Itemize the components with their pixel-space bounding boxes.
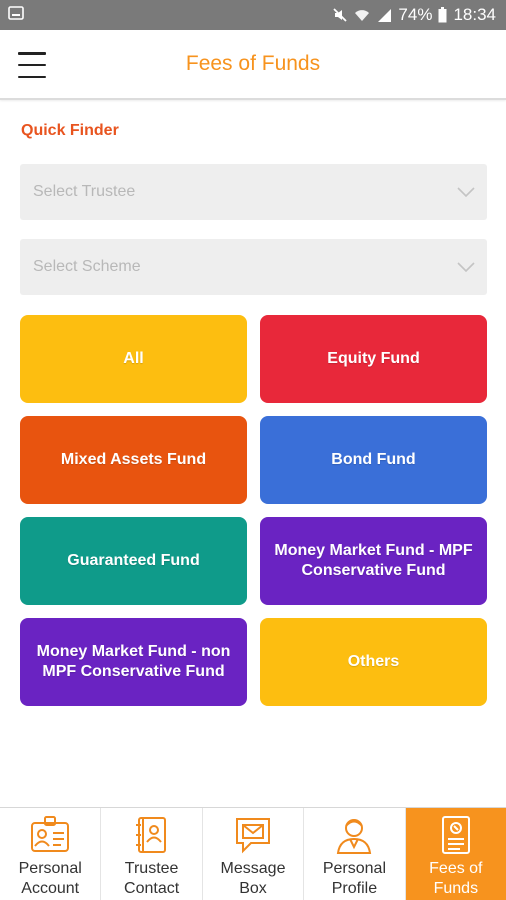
nav-personal-account-label-1: Personal [18,860,82,877]
nav-fees-of-funds[interactable]: Fees of Funds [405,808,506,900]
notification-gallery-icon [8,5,24,25]
status-bar: 74% 18:34 [0,0,506,30]
nav-message-box[interactable]: Message Box [203,808,305,900]
select-scheme-placeholder: Select Scheme [33,258,141,275]
quick-finder-label: Quick Finder [21,122,119,139]
clock-time: 18:34 [453,5,496,24]
nav-fees-of-funds-label-2: Funds [433,880,479,897]
nav-personal-profile[interactable]: Personal Profile [304,808,406,900]
fund-button-bond[interactable]: Bond Fund [260,416,487,504]
fund-button-money-market-mpf[interactable]: Money Market Fund - MPF Conservative Fun… [260,517,487,605]
fund-button-others[interactable]: Others [260,618,487,706]
wifi-icon [354,7,370,23]
app-bar: Fees of Funds [0,30,506,100]
chevron-down-icon [457,262,475,272]
select-scheme-dropdown[interactable]: Select Scheme [20,239,487,295]
mute-icon [332,7,348,23]
nav-message-box-label-2: Box [239,880,267,897]
contact-book-icon [129,812,175,858]
battery-percentage: 74% [398,5,433,24]
page-title: Fees of Funds [185,52,321,75]
chevron-down-icon [457,187,475,197]
fund-button-equity[interactable]: Equity Fund [260,315,487,403]
fees-document-icon [433,812,479,858]
nav-message-box-label-1: Message [220,860,286,877]
fund-button-guaranteed[interactable]: Guaranteed Fund [20,517,247,605]
nav-trustee-contact[interactable]: Trustee Contact [101,808,203,900]
nav-trustee-contact-label-1: Trustee [124,860,179,877]
user-profile-icon [331,812,377,858]
fund-button-all[interactable]: All [20,315,247,403]
fund-button-mixed-assets[interactable]: Mixed Assets Fund [20,416,247,504]
cellular-signal-icon [376,7,392,23]
select-trustee-dropdown[interactable]: Select Trustee [20,164,487,220]
nav-trustee-contact-label-2: Contact [124,880,180,897]
nav-personal-account[interactable]: Personal Account [0,808,102,900]
id-card-icon [27,812,73,858]
nav-personal-profile-label-2: Profile [331,880,378,897]
select-trustee-placeholder: Select Trustee [33,183,136,200]
battery-icon [438,7,447,23]
fund-button-money-market-non-mpf[interactable]: Money Market Fund - non MPF Conservative… [20,618,247,706]
nav-personal-account-label-2: Account [21,880,80,897]
nav-fees-of-funds-label-1: Fees of [429,860,483,877]
bottom-navigation: Personal Account Trustee Contact Message… [0,807,506,900]
message-envelope-icon [230,812,276,858]
nav-personal-profile-label-1: Personal [322,860,386,877]
